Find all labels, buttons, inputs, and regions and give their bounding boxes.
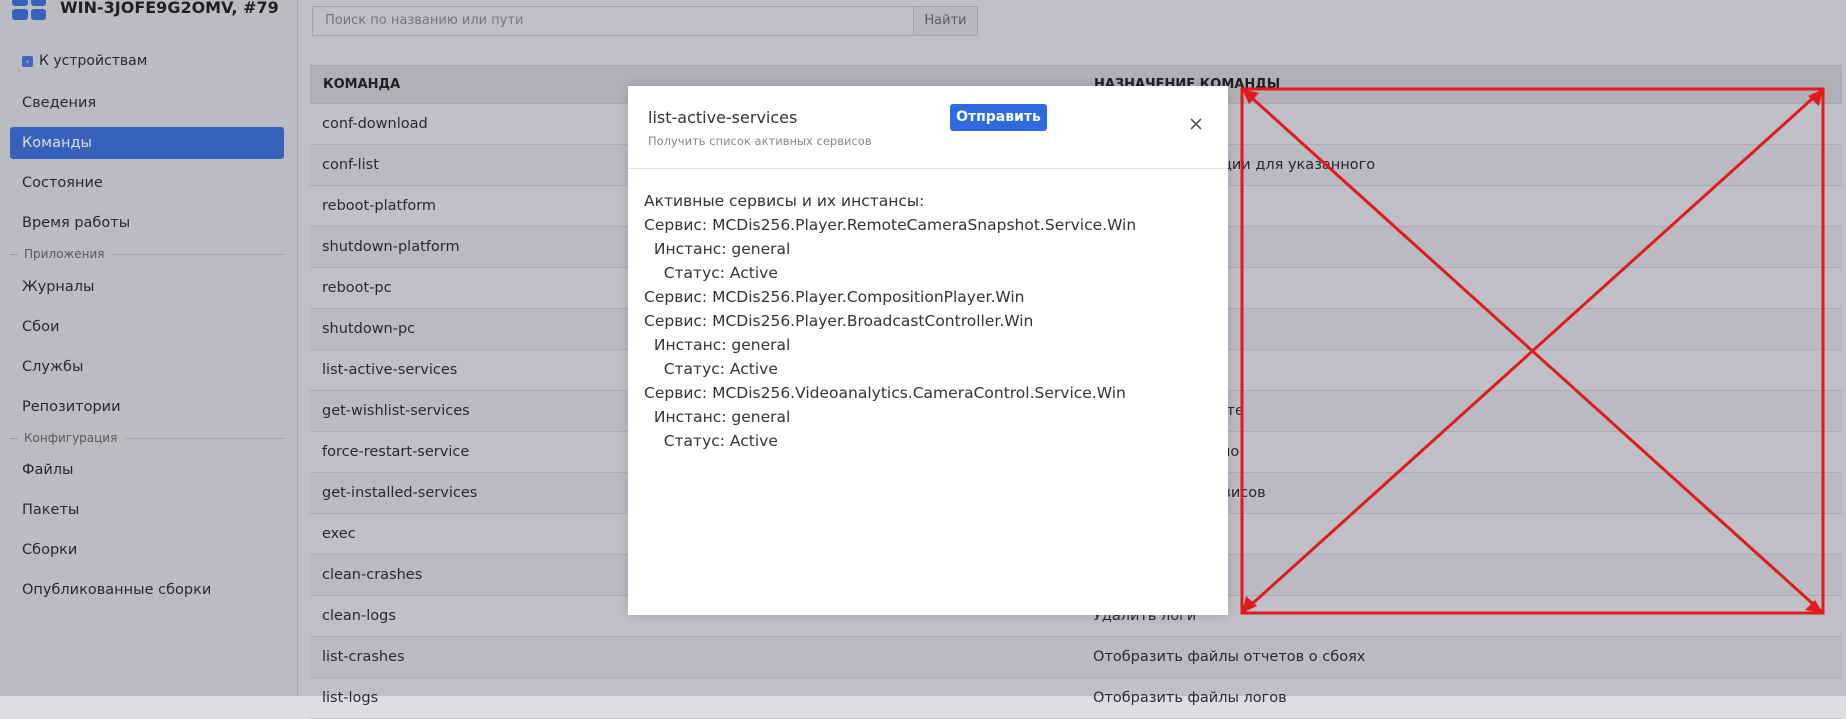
command-output: Активные сервисы и их инстансы: Сервис: … — [644, 192, 1137, 450]
send-button[interactable]: Отправить — [950, 104, 1047, 131]
modal-title: list-active-services — [648, 108, 798, 127]
command-modal: list-active-services Получить список акт… — [628, 86, 1228, 615]
modal-subtitle: Получить список активных сервисов — [648, 134, 872, 148]
close-icon[interactable] — [1188, 116, 1204, 132]
modal-header: list-active-services Получить список акт… — [628, 86, 1228, 169]
